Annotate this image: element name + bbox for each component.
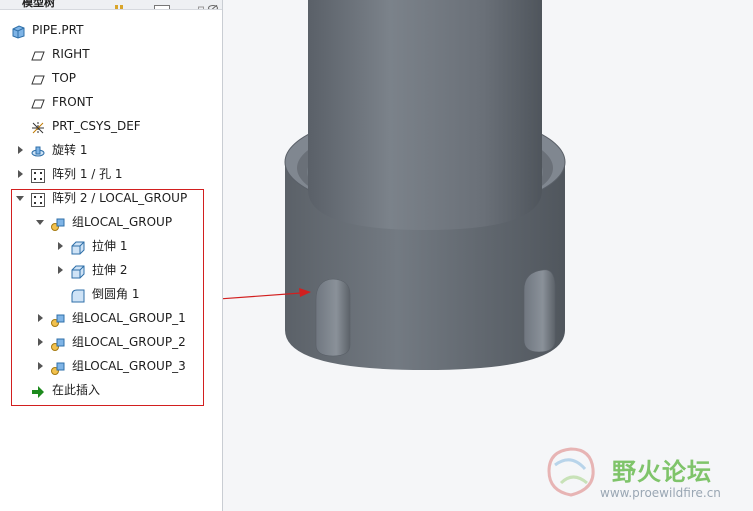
tree-item-csys[interactable]: PRT_CSYS_DEF (0, 114, 222, 138)
model-3d-view (223, 0, 566, 370)
tree-item-top[interactable]: TOP (0, 66, 222, 90)
revolve-icon (31, 143, 45, 157)
tree-item-right[interactable]: RIGHT (0, 42, 222, 66)
watermark-url: www.proewildfire.cn (600, 486, 721, 500)
datum-plane-icon (31, 71, 45, 85)
expand-arrow-icon[interactable] (18, 146, 23, 154)
graphics-window[interactable] (223, 0, 753, 511)
tree-item-label: PIPE.PRT (32, 23, 84, 37)
lock-icon[interactable] (198, 0, 204, 9)
datum-plane-icon (31, 95, 45, 109)
tree-item-label: 阵列 1 / 孔 1 (52, 167, 123, 181)
datum-plane-icon (31, 47, 45, 61)
pattern-icon (31, 167, 45, 183)
columns-icon[interactable] (114, 0, 124, 9)
model-tree-panel: 模型树 PIPE.PRT RIGHT TOP FRONT PRT_CSYS_DE… (0, 0, 223, 511)
tree-item-pipe-prt[interactable]: PIPE.PRT (0, 18, 222, 42)
hide-icon[interactable] (208, 0, 218, 9)
settings-icon[interactable] (154, 0, 170, 9)
panel-header: 模型树 (0, 0, 222, 10)
forum-logo (547, 447, 595, 497)
watermark-title: 野火论坛 (612, 458, 712, 486)
highlight-box (11, 189, 204, 406)
panel-title: 模型树 (22, 0, 55, 9)
tree-item-pattern-1[interactable]: 阵列 1 / 孔 1 (0, 162, 222, 186)
tree-item-label: PRT_CSYS_DEF (52, 119, 141, 133)
csys-icon (31, 119, 45, 134)
tree-item-label: TOP (52, 71, 77, 85)
tree-item-label: 旋转 1 (52, 143, 88, 157)
tree-item-revolve-1[interactable]: 旋转 1 (0, 138, 222, 162)
tree-item-front[interactable]: FRONT (0, 90, 222, 114)
tree-item-label: FRONT (52, 95, 93, 109)
part-icon (11, 23, 25, 39)
tree-item-label: RIGHT (52, 47, 90, 61)
expand-arrow-icon[interactable] (18, 170, 23, 178)
